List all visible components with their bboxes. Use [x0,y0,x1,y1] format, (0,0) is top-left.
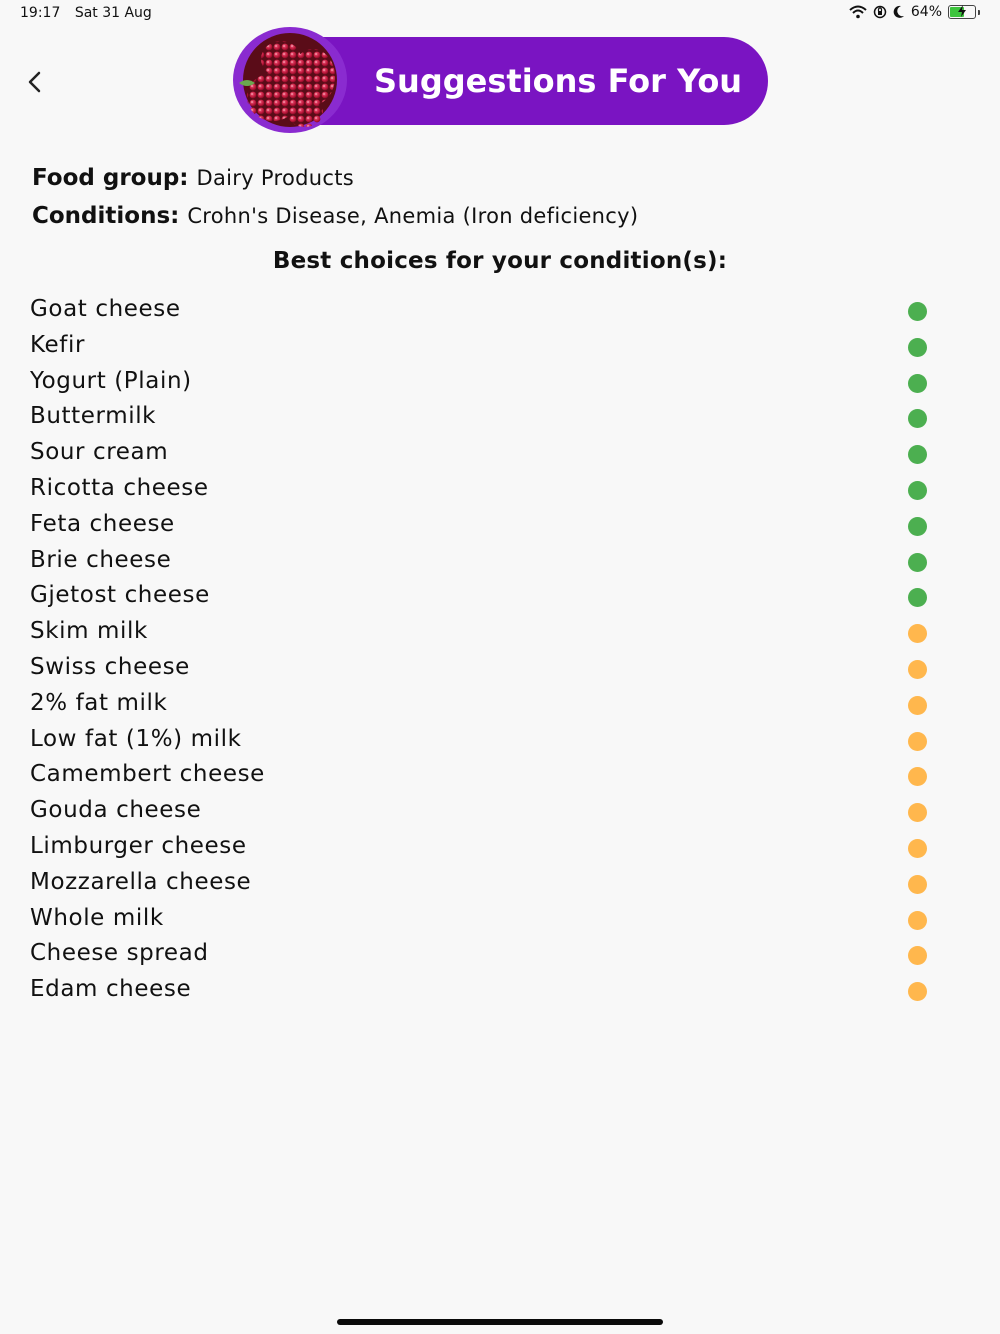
raspberry-illustration [238,28,342,132]
status-left: 19:17 Sat 31 Aug [20,5,162,21]
food-item[interactable]: Limburger cheese [0,831,1000,867]
food-name: Mozzarella cheese [30,868,252,895]
food-name: Swiss cheese [30,653,190,680]
status-dot-moderate [908,659,927,679]
food-name: Sour cream [30,439,169,466]
section-heading: Best choices for your condition(s): [272,248,728,274]
food-item[interactable]: Low fat (1%) milk [0,724,1000,760]
status-date: Sat 31 Aug [74,5,152,21]
food-name: 2% fat milk [30,689,168,716]
status-dot-moderate [908,910,927,930]
food-item[interactable]: Camembert cheese [0,759,1000,795]
status-dot-best [908,302,927,321]
food-name: Whole milk [30,904,164,931]
food-item[interactable]: Whole milk [0,903,1000,939]
food-item[interactable]: Skim milk [0,616,1000,652]
battery-percent: 64% [910,4,942,20]
status-dot-best [908,552,927,572]
food-item[interactable]: Cheese spread [0,938,1000,974]
status-dot-best [908,588,927,608]
food-item[interactable]: Gouda cheese [0,795,1000,831]
header-banner: Suggestions For You [290,37,768,125]
food-group-line: Food group: Dairy Products [32,165,354,191]
food-name: Goat cheese [30,296,181,322]
food-item[interactable]: Goat cheese [0,294,1000,330]
status-dot-best [908,480,927,500]
battery-cap [978,9,980,15]
orientation-lock-icon [873,5,887,19]
food-item[interactable]: Swiss cheese [0,652,1000,688]
status-dot-best [908,337,927,357]
status-dot-moderate [908,624,927,644]
food-group-value: Dairy Products [196,166,354,190]
food-group-label: Food group: [32,165,189,191]
food-name: Brie cheese [30,546,172,573]
status-dot-best [908,516,927,536]
food-name: Feta cheese [30,510,175,537]
status-right: 64% [849,4,980,20]
home-indicator[interactable] [337,1319,663,1325]
status-dot-moderate [908,767,927,787]
food-item[interactable]: Yogurt (Plain) [0,366,1000,402]
status-dot-moderate [908,838,927,858]
food-item[interactable]: Edam cheese [0,974,1000,1010]
status-dot-best [908,373,927,393]
food-name: Yogurt (Plain) [30,367,192,394]
chevron-left-icon [28,71,41,93]
food-item[interactable]: Feta cheese [0,509,1000,545]
status-dot-moderate [908,803,927,823]
food-item[interactable]: 2% fat milk [0,688,1000,724]
food-item[interactable]: Gjetost cheese [0,580,1000,616]
food-name: Skim milk [30,618,148,645]
food-name: Buttermilk [30,403,157,430]
wifi-icon [849,5,867,19]
conditions-line: Conditions: Crohn's Disease, Anemia (Iron… [32,203,638,229]
status-dot-moderate [908,874,927,894]
status-dot-moderate [908,946,927,966]
page-title: Suggestions For You [374,62,743,100]
food-name: Gjetost cheese [30,582,210,609]
food-name: Cheese spread [30,940,209,967]
food-list: Goat cheese Kefir Yogurt (Plain) Buttermilk… [0,294,1000,1010]
conditions-value: Crohn's Disease, Anemia (Iron deficiency… [187,204,639,228]
food-item[interactable]: Brie cheese [0,545,1000,581]
status-dot-best [908,445,927,465]
food-item[interactable]: Kefir [0,330,1000,366]
food-name: Kefir [30,331,86,358]
status-dot-moderate [908,695,927,715]
raspberry-image [233,27,347,133]
food-item[interactable]: Sour cream [0,437,1000,473]
back-button[interactable] [20,64,50,100]
food-name: Limburger cheese [30,832,247,859]
food-item[interactable]: Ricotta cheese [0,473,1000,509]
food-item[interactable]: Buttermilk [0,401,1000,437]
food-name: Edam cheese [30,976,192,1003]
food-name: Camembert cheese [30,761,265,788]
food-name: Ricotta cheese [30,474,209,501]
status-dot-moderate [908,982,927,1002]
conditions-label: Conditions: [32,203,180,229]
battery-icon [948,5,976,19]
status-time: 19:17 [20,5,61,21]
charging-bolt-icon [958,5,966,17]
food-item[interactable]: Mozzarella cheese [0,867,1000,903]
status-dot-best [908,409,927,429]
food-name: Low fat (1%) milk [30,725,242,752]
status-dot-moderate [908,731,927,751]
food-name: Gouda cheese [30,797,202,824]
status-bar: 19:17 Sat 31 Aug 64% [0,0,1000,28]
moon-icon [893,5,904,18]
